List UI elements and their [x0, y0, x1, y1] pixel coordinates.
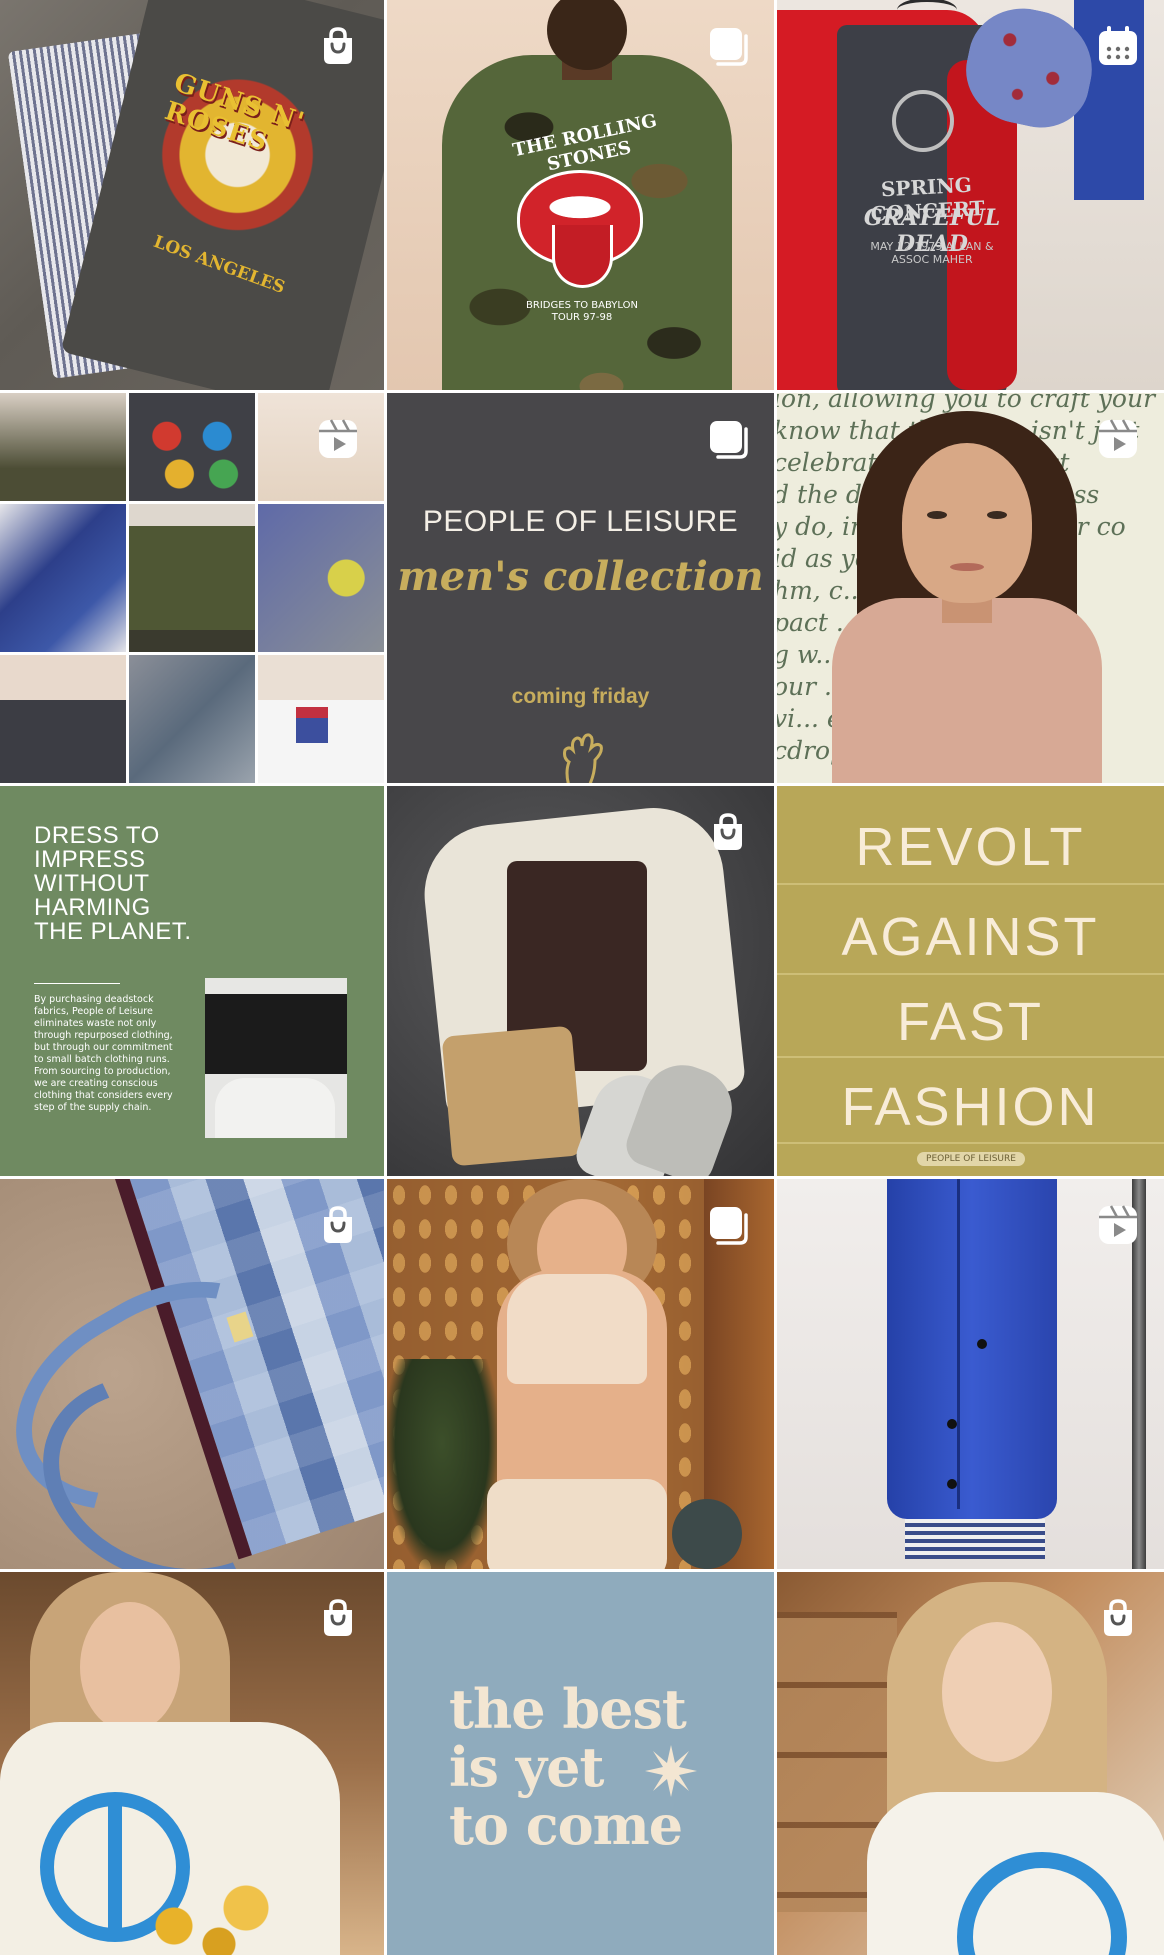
post-tile-4[interactable]	[0, 393, 387, 786]
post-5-cta: coming friday	[511, 685, 650, 708]
post-tile-11[interactable]	[387, 1179, 777, 1572]
post-9-word: FASHION	[841, 1077, 1100, 1137]
post-9-brand-tag: PEOPLE OF LEISURE	[917, 1152, 1025, 1166]
reel-icon	[314, 415, 362, 463]
post-tile-12[interactable]	[777, 1179, 1164, 1572]
post-tile-3[interactable]: SPRING CONCERT GRATEFUL DEAD MAY 12 1979…	[777, 0, 1164, 393]
post-7-body: By purchasing deadstock fabrics, People …	[34, 994, 173, 1113]
calendar-icon	[1094, 22, 1142, 70]
post-7-headline: DRESS TO IMPRESS WITHOUT HARMING THE PLA…	[34, 822, 192, 945]
post-tile-2[interactable]: THE ROLLING STONES BRIDGES TO BABYLON TO…	[387, 0, 777, 393]
shopping-bag-icon	[314, 1594, 362, 1642]
shopping-bag-icon	[314, 1201, 362, 1249]
post-tile-15[interactable]	[777, 1572, 1164, 1958]
post-9-word: FAST	[896, 992, 1045, 1052]
post-7-hanger-photo	[205, 978, 347, 1138]
post-9-word: REVOLT	[855, 817, 1086, 877]
post-tile-6[interactable]: ion, allowing you to craft your own know…	[777, 393, 1164, 786]
hand-illustration-icon	[563, 733, 603, 783]
carousel-icon	[704, 415, 752, 463]
carousel-icon	[704, 22, 752, 70]
reel-icon	[1094, 1201, 1142, 1249]
post-9-word: AGAINST	[841, 907, 1100, 967]
shopping-bag-icon	[1094, 1594, 1142, 1642]
divider-line	[777, 1056, 1164, 1058]
post-5-collection: men's collection	[397, 553, 764, 600]
post-tile-8[interactable]	[387, 786, 777, 1179]
shopping-bag-icon	[704, 808, 752, 856]
carousel-icon	[704, 1201, 752, 1249]
post-tile-13[interactable]	[0, 1572, 387, 1958]
divider-line	[777, 1142, 1164, 1144]
post-tile-9[interactable]: REVOLT AGAINST FAST FASHION PEOPLE OF LE…	[777, 786, 1164, 1179]
post-tile-7[interactable]: DRESS TO IMPRESS WITHOUT HARMING THE PLA…	[0, 786, 387, 1179]
post-tile-10[interactable]	[0, 1179, 387, 1572]
post-5-brand: PEOPLE OF LEISURE	[422, 505, 739, 538]
divider-line	[777, 973, 1164, 975]
profile-post-grid: GUNS N' ROSES LOS ANGELES THE ROLLING ST…	[0, 0, 1164, 1958]
post-tile-14[interactable]: the best is yet to come	[387, 1572, 777, 1958]
post-tile-5[interactable]: PEOPLE OF LEISURE men's collection comin…	[387, 393, 777, 786]
post-3-print-line3: MAY 12 1979 ALLAN & ASSOC MAHER	[870, 240, 994, 266]
post-2-print-sub: BRIDGES TO BABYLON TOUR 97-98	[526, 300, 638, 323]
post-tile-1[interactable]: GUNS N' ROSES LOS ANGELES	[0, 0, 387, 393]
sparkle-icon	[645, 1745, 697, 1797]
divider-line	[777, 883, 1164, 885]
shopping-bag-icon	[314, 22, 362, 70]
post-7-divider	[34, 983, 120, 984]
reel-icon	[1094, 415, 1142, 463]
